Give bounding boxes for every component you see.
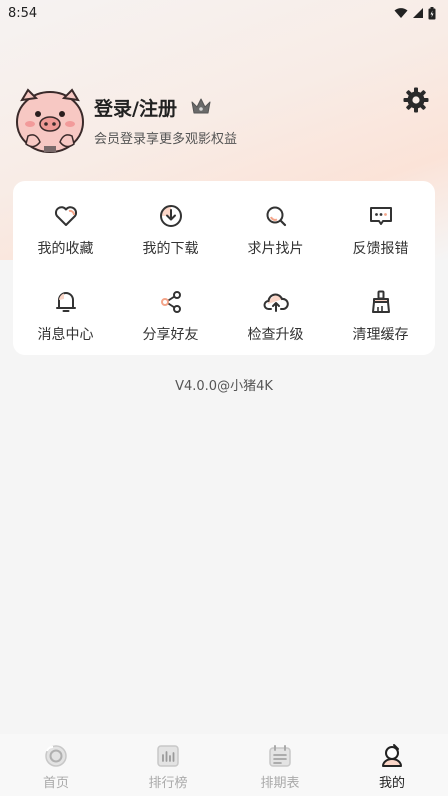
grid-item-share[interactable]: 分享好友 [118, 271, 223, 351]
nav-label: 我的 [378, 776, 405, 791]
avatar[interactable] [14, 86, 86, 154]
status-time: 8:54 [8, 5, 38, 21]
grid-item-favorites[interactable]: 我的收藏 [13, 185, 118, 265]
nav-ranking[interactable]: 排行榜 [112, 734, 224, 796]
calendar-icon [269, 745, 291, 767]
version-label: V4.0.0@小猪4K [175, 379, 273, 394]
nav-profile[interactable]: 我的 [336, 734, 448, 796]
grid-item-feedback[interactable]: 反馈报错 [328, 185, 433, 265]
battery-icon [428, 6, 436, 19]
gear-icon[interactable] [402, 86, 430, 114]
nav-label: 排期表 [260, 776, 300, 791]
feedback-icon [369, 207, 392, 225]
heart-icon [54, 206, 77, 226]
nav-label: 首页 [42, 776, 69, 791]
grid-label: 反馈报错 [352, 241, 409, 257]
cloud-upload-icon [263, 293, 289, 312]
nav-label: 排行榜 [148, 776, 188, 791]
grid-label: 消息中心 [37, 327, 94, 343]
grid-item-messages[interactable]: 消息中心 [13, 271, 118, 351]
ranking-icon [157, 745, 179, 767]
download-icon [159, 205, 182, 227]
grid-label: 分享好友 [142, 327, 199, 343]
profile-icon [382, 744, 402, 767]
grid-label: 检查升级 [247, 327, 304, 343]
login-subtitle: 会员登录享更多观影权益 [94, 132, 238, 147]
crown-icon [191, 98, 211, 114]
status-icons [394, 6, 436, 20]
grid-label: 求片找片 [247, 241, 304, 257]
wifi-icon [394, 8, 408, 18]
nav-home[interactable]: 首页 [0, 734, 112, 796]
grid-label: 我的下载 [142, 241, 199, 257]
grid-label: 我的收藏 [37, 241, 94, 257]
grid-item-downloads[interactable]: 我的下载 [118, 185, 223, 265]
grid-item-request-film[interactable]: 求片找片 [223, 185, 328, 265]
status-bar: 8:54 [0, 0, 448, 26]
bell-icon [55, 292, 76, 312]
share-icon [160, 291, 181, 313]
grid-item-check-update[interactable]: 检查升级 [223, 271, 328, 351]
signal-icon [413, 8, 423, 18]
home-icon [45, 745, 67, 767]
nav-schedule[interactable]: 排期表 [224, 734, 336, 796]
login-register-link[interactable]: 登录/注册 [94, 94, 177, 121]
search-film-icon [266, 206, 286, 227]
features-grid: 我的收藏 我的下载 求片找片 反馈报错 消息中心 分享好友 检查升级 清理缓存 [13, 181, 435, 355]
grid-label: 清理缓存 [352, 327, 409, 343]
profile-section: 登录/注册 会员登录享更多观影权益 [14, 86, 434, 156]
bottom-nav: 首页 排行榜 排期表 我的 [0, 734, 448, 796]
brush-icon [371, 290, 390, 313]
grid-item-clear-cache[interactable]: 清理缓存 [328, 271, 433, 351]
